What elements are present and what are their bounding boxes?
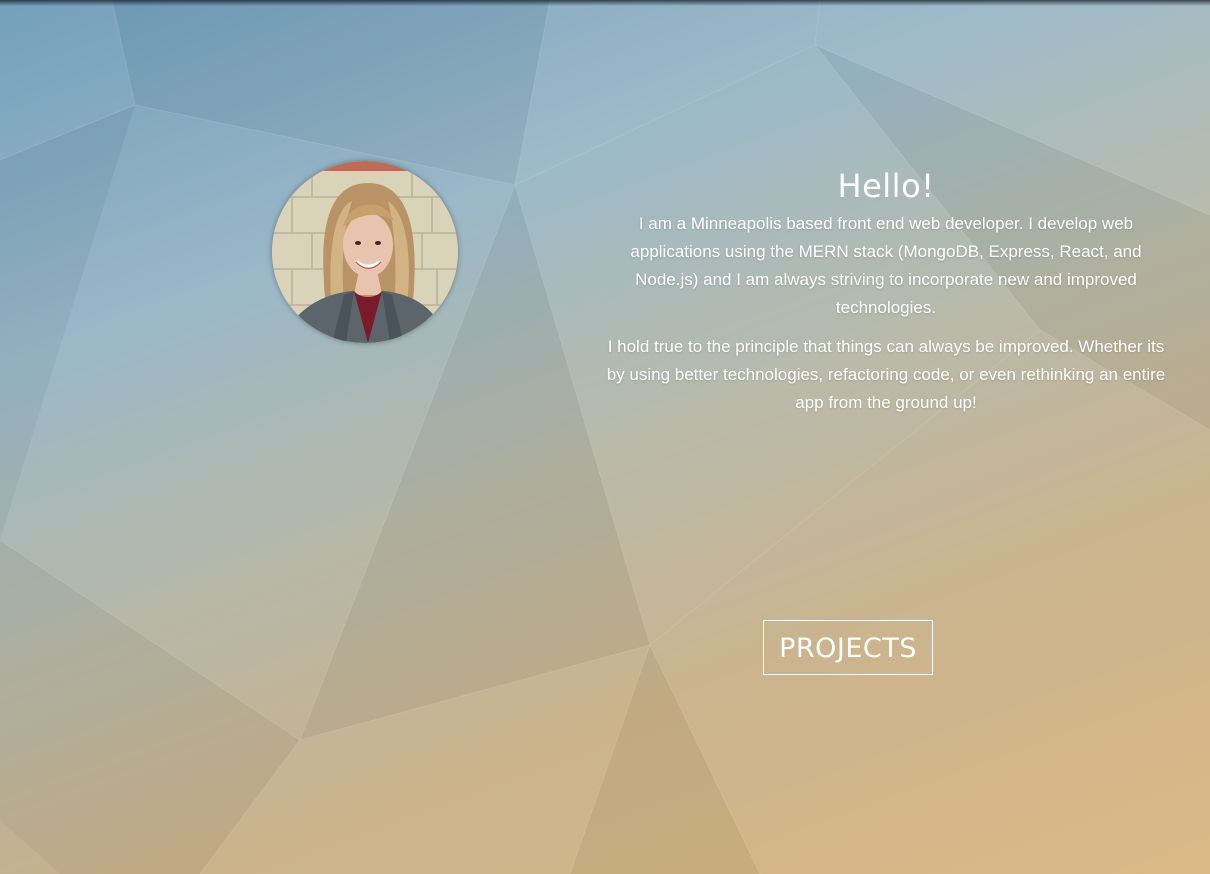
greeting-heading: Hello! — [837, 167, 935, 205]
intro-paragraph: I am a Minneapolis based front end web d… — [630, 214, 1142, 317]
hero-section: Hello! I am a Minneapolis based front en… — [0, 0, 1210, 874]
profile-photo — [272, 161, 458, 343]
projects-button[interactable]: PROJECTS — [763, 620, 933, 675]
top-shadow — [0, 0, 1210, 6]
intro-block: Hello! I am a Minneapolis based front en… — [603, 166, 1169, 417]
principle-paragraph: I hold true to the principle that things… — [606, 337, 1166, 412]
